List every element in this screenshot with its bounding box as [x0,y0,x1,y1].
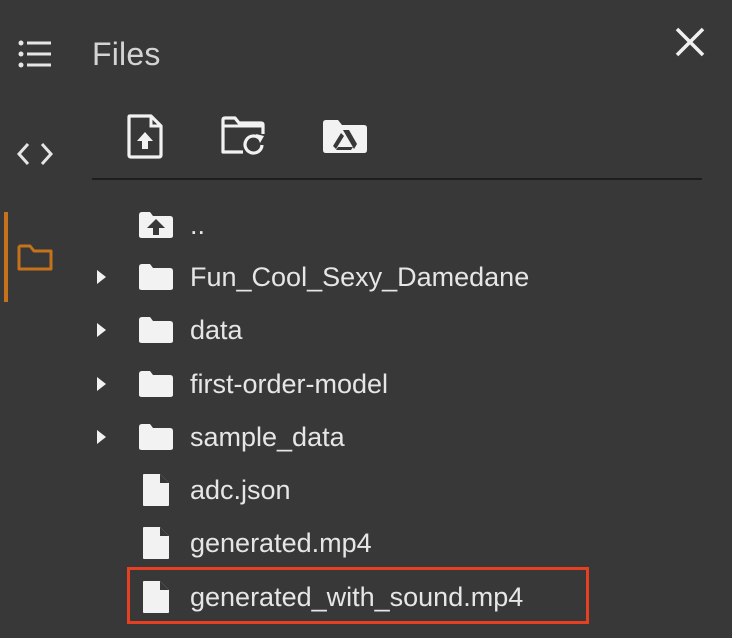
tree-item-label: data [190,315,243,345]
tree-item-label: adc.json [190,475,291,505]
folder-icon [134,418,178,456]
tree-item-label: .. [190,210,206,240]
parent-folder-icon [134,206,178,244]
expand-arrow-icon[interactable] [90,318,112,342]
tree-item-folder[interactable]: sample_data [0,412,732,462]
expand-arrow-icon[interactable] [90,372,112,396]
refresh-folder-icon [221,116,265,155]
panel-title: Files [92,36,161,72]
tree-item-label: Fun_Cool_Sexy_Damedane [190,262,530,292]
close-button[interactable] [668,20,712,64]
folder-icon [134,311,178,349]
expand-arrow-icon[interactable] [90,425,112,449]
mount-drive-icon [323,120,367,153]
tree-item-parent[interactable]: .. [0,200,732,250]
folder-icon [134,365,178,403]
folder-icon [134,258,178,296]
table-of-contents-icon [18,40,51,68]
tree-item-label: first-order-model [190,369,389,399]
expand-arrow-icon[interactable] [90,265,112,289]
tree-item-folder[interactable]: data [0,305,732,355]
refresh-button[interactable] [216,108,272,164]
close-icon [675,27,705,57]
code-snippets-icon [16,142,54,166]
table-of-contents-button[interactable] [14,34,56,74]
tree-item-folder[interactable]: first-order-model [0,359,732,409]
tree-item-file[interactable]: adc.json [0,465,732,515]
files-panel: Files .. Fun_Cool_Sexy_Damedane data fir… [0,0,732,638]
tree-item-folder[interactable]: Fun_Cool_Sexy_Damedane [0,252,732,302]
tree-item-label: generated.mp4 [190,528,372,558]
tree-item-label: sample_data [190,422,345,452]
tree-item-label: generated_with_sound.mp4 [190,582,524,612]
upload-button[interactable] [117,108,173,164]
tree-item-file-highlighted[interactable]: generated_with_sound.mp4 [0,572,732,622]
upload-file-icon [127,114,163,159]
mount-drive-button[interactable] [317,108,373,164]
code-snippets-button[interactable] [14,134,56,174]
toolbar-divider [92,178,702,180]
file-icon [134,578,178,616]
file-icon [134,471,178,509]
file-icon [134,524,178,562]
tree-item-file[interactable]: generated.mp4 [0,518,732,568]
